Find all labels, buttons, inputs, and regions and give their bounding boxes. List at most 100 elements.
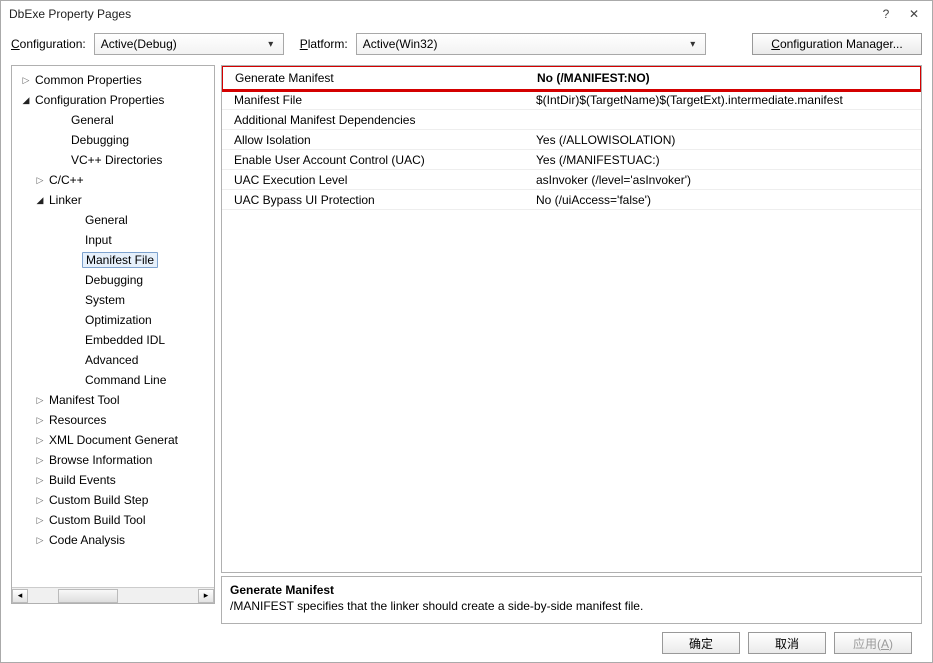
triangle-closed-icon[interactable]: ▷ [34,535,46,546]
tree-item[interactable]: Advanced [12,350,214,370]
platform-combo[interactable]: Active(Win32) ▾ [356,33,706,55]
triangle-closed-icon[interactable]: ▷ [34,455,46,466]
tree-item[interactable]: ▷Code Analysis [12,530,214,550]
config-toolbar: Configuration: Active(Debug) ▾ Platform:… [1,27,932,65]
tree-item[interactable]: ▷XML Document Generat [12,430,214,450]
property-row[interactable]: Generate ManifestNo (/MANIFEST:NO) [221,65,922,92]
configuration-label: Configuration: [11,37,86,51]
tree-item-label: Custom Build Tool [46,513,149,527]
close-icon[interactable]: ✕ [904,7,924,21]
tree-item[interactable]: ◢Configuration Properties [12,90,214,110]
nav-tree[interactable]: ▷Common Properties◢Configuration Propert… [12,66,214,587]
description-title: Generate Manifest [230,583,913,597]
property-name: Manifest File [222,93,532,107]
configuration-manager-button[interactable]: Configuration Manager... [752,33,922,55]
tree-item-label: XML Document Generat [46,433,181,447]
triangle-open-icon[interactable]: ◢ [20,95,32,106]
triangle-closed-icon[interactable]: ▷ [34,435,46,446]
triangle-closed-icon[interactable]: ▷ [34,175,46,186]
triangle-open-icon[interactable]: ◢ [34,195,46,206]
scroll-right-button[interactable]: ▸ [198,589,214,603]
property-name: UAC Bypass UI Protection [222,193,532,207]
property-value[interactable]: Yes (/MANIFESTUAC:) [532,153,921,167]
tree-item-label: General [68,113,117,127]
tree-item-label: General [82,213,131,227]
scroll-thumb[interactable] [58,589,118,603]
tree-item[interactable]: General [12,210,214,230]
tree-item-label: Linker [46,193,85,207]
description-text: /MANIFEST specifies that the linker shou… [230,599,913,613]
ok-button[interactable]: 确定 [662,632,740,654]
scroll-track[interactable] [28,589,198,603]
property-row[interactable]: UAC Execution LevelasInvoker (/level='as… [222,170,921,190]
property-value[interactable]: $(IntDir)$(TargetName)$(TargetExt).inter… [532,93,921,107]
platform-label: Platform: [300,37,348,51]
tree-item[interactable]: General [12,110,214,130]
tree-item-label: Manifest Tool [46,393,122,407]
triangle-closed-icon[interactable]: ▷ [34,415,46,426]
body-area: ▷Common Properties◢Configuration Propert… [1,65,932,662]
tree-item-label: Resources [46,413,109,427]
tree-item[interactable]: VC++ Directories [12,150,214,170]
window-title: DbExe Property Pages [9,7,131,21]
property-row[interactable]: Manifest File$(IntDir)$(TargetName)$(Tar… [222,90,921,110]
property-row[interactable]: Allow IsolationYes (/ALLOWISOLATION) [222,130,921,150]
property-name: Generate Manifest [223,71,533,85]
tree-item-label: Advanced [82,353,141,367]
tree-item-label: System [82,293,128,307]
tree-item[interactable]: ▷Manifest Tool [12,390,214,410]
triangle-closed-icon[interactable]: ▷ [34,495,46,506]
property-row[interactable]: Additional Manifest Dependencies [222,110,921,130]
configuration-value: Active(Debug) [101,37,177,51]
tree-item[interactable]: Embedded IDL [12,330,214,350]
property-value[interactable]: No (/uiAccess='false') [532,193,921,207]
nav-tree-panel: ▷Common Properties◢Configuration Propert… [11,65,215,604]
tree-item[interactable]: Command Line [12,370,214,390]
property-value[interactable]: Yes (/ALLOWISOLATION) [532,133,921,147]
triangle-closed-icon[interactable]: ▷ [34,475,46,486]
tree-item[interactable]: ▷Custom Build Tool [12,510,214,530]
triangle-closed-icon[interactable]: ▷ [34,515,46,526]
property-name: UAC Execution Level [222,173,532,187]
property-value[interactable]: asInvoker (/level='asInvoker') [532,173,921,187]
tree-item-label: Input [82,233,115,247]
tree-item[interactable]: ▷Custom Build Step [12,490,214,510]
apply-button[interactable]: 应用(A) [834,632,912,654]
tree-item[interactable]: ▷C/C++ [12,170,214,190]
tree-item-label: Build Events [46,473,119,487]
tree-item[interactable]: System [12,290,214,310]
tree-item[interactable]: ▷Resources [12,410,214,430]
scroll-left-button[interactable]: ◂ [12,589,28,603]
dialog-window: DbExe Property Pages ? ✕ Configuration: … [0,0,933,663]
tree-item[interactable]: Input [12,230,214,250]
dialog-button-bar: 确定 取消 应用(A) [221,624,922,662]
tree-item[interactable]: Manifest File [12,250,214,270]
tree-item-label: C/C++ [46,173,87,187]
property-row[interactable]: UAC Bypass UI ProtectionNo (/uiAccess='f… [222,190,921,210]
property-row[interactable]: Enable User Account Control (UAC)Yes (/M… [222,150,921,170]
horizontal-scrollbar[interactable]: ◂ ▸ [12,587,214,603]
property-name: Additional Manifest Dependencies [222,113,532,127]
description-pane: Generate Manifest /MANIFEST specifies th… [221,576,922,624]
tree-item[interactable]: ▷Common Properties [12,70,214,90]
tree-item-label: Common Properties [32,73,145,87]
property-value[interactable]: No (/MANIFEST:NO) [533,71,920,85]
property-grid[interactable]: Generate ManifestNo (/MANIFEST:NO)Manife… [221,65,922,573]
tree-item-label: VC++ Directories [68,153,165,167]
configuration-combo[interactable]: Active(Debug) ▾ [94,33,284,55]
tree-item[interactable]: ◢Linker [12,190,214,210]
tree-item-label: Command Line [82,373,169,387]
cancel-button[interactable]: 取消 [748,632,826,654]
tree-item[interactable]: ▷Browse Information [12,450,214,470]
tree-item-label: Manifest File [82,252,158,268]
help-icon[interactable]: ? [876,7,896,21]
triangle-closed-icon[interactable]: ▷ [34,395,46,406]
triangle-closed-icon[interactable]: ▷ [20,75,32,86]
tree-item[interactable]: ▷Build Events [12,470,214,490]
tree-item-label: Code Analysis [46,533,128,547]
chevron-down-icon: ▾ [263,39,279,50]
titlebar: DbExe Property Pages ? ✕ [1,1,932,27]
tree-item[interactable]: Optimization [12,310,214,330]
tree-item[interactable]: Debugging [12,270,214,290]
tree-item[interactable]: Debugging [12,130,214,150]
